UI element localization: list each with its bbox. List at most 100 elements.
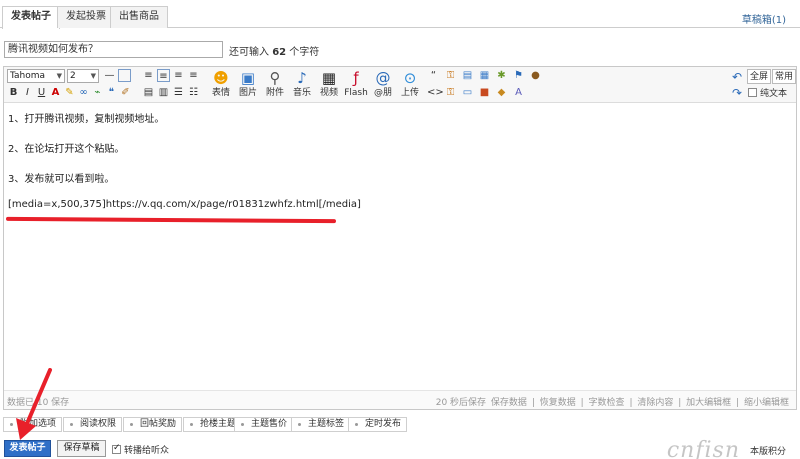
insert-attachment-button[interactable]: ⚲ 附件 <box>264 69 286 99</box>
insert-image-button[interactable]: ▣ 图片 <box>237 69 259 99</box>
upload-icon: ⊙ <box>403 69 417 87</box>
font-size-select[interactable]: 2 ▼ <box>67 69 99 83</box>
bold-icon[interactable]: B <box>7 86 20 99</box>
content-line: 1、打开腾讯视频，复制视频地址。 <box>8 114 165 125</box>
paperclip-icon: ⚲ <box>269 69 281 87</box>
clear-content-link[interactable]: 清除内容 <box>637 398 673 408</box>
arrow-shaft <box>24 368 52 428</box>
bullet-icon <box>298 423 301 426</box>
bullet-icon <box>355 423 358 426</box>
qq-icon[interactable]: ● <box>529 69 542 82</box>
separator: | <box>531 398 535 408</box>
post-lock-icon[interactable]: ⚿ <box>444 86 457 99</box>
separator: | <box>580 398 584 408</box>
insert-video-button[interactable]: ▦ 视频 <box>318 69 340 99</box>
fullscreen-button[interactable]: 全屏 <box>747 69 772 84</box>
italic-icon[interactable]: I <box>21 86 34 99</box>
forum-credits-link[interactable]: 本版积分 <box>750 444 786 457</box>
undo-icon[interactable]: ↶ <box>732 70 742 85</box>
enlarge-editor-link[interactable]: 加大编辑框 <box>686 398 731 408</box>
insert-music-button[interactable]: ♪ 音乐 <box>291 69 313 99</box>
text-color-icon[interactable]: A <box>49 86 62 99</box>
title-input[interactable]: 腾讯视频如何发布？ <box>4 41 223 58</box>
chevron-down-icon: ▼ <box>56 72 62 80</box>
quote-icon[interactable]: ❝ <box>105 86 118 99</box>
plain-text-toggle[interactable]: 纯文本 <box>748 87 787 102</box>
broadcast-label: 转播给听众 <box>124 446 170 456</box>
autosave-countdown: 20 秒后保存 <box>435 398 487 408</box>
align-left-icon[interactable]: ≡ <box>142 69 155 82</box>
post-editor: Tahoma ▼ 2 ▼ — B I U A ✎ ∞ ⌁ ❝ ✐ ≡ ≡ ≡ ≡ ▤… <box>3 66 797 410</box>
align-center-icon[interactable]: ≡ <box>157 69 170 82</box>
option-label: 阅读权限 <box>80 419 117 429</box>
tab-sell[interactable]: 出售商品 <box>110 6 168 28</box>
option-topic-price[interactable]: 主题售价 <box>234 417 294 432</box>
broadcast-checkbox[interactable] <box>112 443 121 454</box>
insert-emoticon-button[interactable]: ☻ 表情 <box>210 69 232 99</box>
flash-icon: ƒ <box>353 69 359 87</box>
quote-block-icon[interactable]: “ <box>427 69 440 82</box>
free-content-icon[interactable]: ▤ <box>461 69 474 82</box>
underline-icon[interactable]: U <box>35 86 48 99</box>
post-type-tabs: 发表帖子 发起投票 出售商品 草稿箱(1) <box>0 0 800 29</box>
save-data-link[interactable]: 保存数据 <box>491 398 527 408</box>
draft-box-link[interactable]: 草稿箱(1) <box>742 11 786 26</box>
code-icon[interactable]: <> <box>427 86 444 99</box>
unordered-list-icon[interactable]: ☷ <box>187 86 200 99</box>
button-label: 上传 <box>400 88 419 98</box>
align-justify-icon[interactable]: ≡ <box>187 69 200 82</box>
link-icon[interactable]: ∞ <box>77 86 90 99</box>
content-line: 3、发布就可以看到啦。 <box>8 174 115 185</box>
editor-toolbar: Tahoma ▼ 2 ▼ — B I U A ✎ ∞ ⌁ ❝ ✐ ≡ ≡ ≡ ≡ ▤… <box>4 67 797 103</box>
float-right-icon[interactable]: ▥ <box>157 86 170 99</box>
count-value: 62 <box>272 47 287 58</box>
editor-actions: 20 秒后保存 保存数据 | 恢复数据 | 字数检查 | 清除内容 | 加大编辑… <box>435 395 790 408</box>
option-reply-reward[interactable]: 回帖奖励 <box>123 417 183 432</box>
insert-flash-button[interactable]: ƒ Flash <box>344 69 368 99</box>
image-icon: ▣ <box>240 69 256 87</box>
red-arrow-annotation <box>16 368 52 440</box>
background-color-icon[interactable]: ✎ <box>63 86 76 99</box>
word-count-link[interactable]: 字数检查 <box>589 398 625 408</box>
option-read-permission[interactable]: 阅读权限 <box>63 417 123 432</box>
horizontal-rule-icon[interactable]: — <box>103 69 116 82</box>
background-music-icon[interactable]: ◆ <box>495 86 508 99</box>
option-topic-tags[interactable]: 主题标签 <box>291 417 351 432</box>
float-left-icon[interactable]: ▤ <box>142 86 155 99</box>
editor-content-area[interactable]: 1、打开腾讯视频，复制视频地址。 2、在论坛打开这个粘贴。 3、发布就可以看到啦… <box>4 104 796 389</box>
lock-icon[interactable]: ⚿ <box>444 69 457 82</box>
separator: | <box>678 398 682 408</box>
option-scheduled-post[interactable]: 定时发布 <box>348 417 408 432</box>
mention-friend-button[interactable]: @ @朋 <box>372 69 394 99</box>
table-insert-icon[interactable]: ▦ <box>478 69 491 82</box>
tab-post[interactable]: 发表帖子 <box>2 6 60 29</box>
align-right-icon[interactable]: ≡ <box>172 69 185 82</box>
bullet-icon <box>130 423 133 426</box>
bullet-icon <box>70 423 73 426</box>
unlink-icon[interactable]: ⌁ <box>91 86 104 99</box>
font-style-icon[interactable]: A <box>512 86 525 99</box>
redo-icon[interactable]: ↷ <box>732 86 742 101</box>
ordered-list-icon[interactable]: ☰ <box>172 86 185 99</box>
shrink-editor-link[interactable]: 缩小编辑框 <box>744 398 789 408</box>
upload-button[interactable]: ⊙ 上传 <box>399 69 421 99</box>
restore-data-link[interactable]: 恢复数据 <box>540 398 576 408</box>
font-family-value: Tahoma <box>10 71 46 81</box>
chevron-down-icon: ▼ <box>90 72 96 80</box>
broadcast-toggle[interactable]: 转播给听众 <box>112 443 169 456</box>
plain-text-checkbox[interactable] <box>748 88 757 97</box>
stamp-icon[interactable]: ■ <box>478 86 491 99</box>
page-break-icon[interactable]: ▭ <box>461 86 474 99</box>
password-icon[interactable]: ✱ <box>495 69 508 82</box>
table-icon[interactable] <box>118 69 131 82</box>
submit-row: 发表帖子 保存草稿 转播给听众 cnfisn 本版积分 <box>0 438 800 459</box>
common-button[interactable]: 常用 <box>772 69 797 84</box>
option-label: 定时发布 <box>365 419 402 429</box>
option-label: 主题售价 <box>251 419 288 429</box>
hide-icon[interactable]: ⚑ <box>512 69 525 82</box>
count-suffix: 个字符 <box>289 47 320 58</box>
tab-poll[interactable]: 发起投票 <box>57 6 115 28</box>
separator: | <box>629 398 633 408</box>
format-brush-icon[interactable]: ✐ <box>119 86 132 99</box>
font-family-select[interactable]: Tahoma ▼ <box>7 69 65 83</box>
